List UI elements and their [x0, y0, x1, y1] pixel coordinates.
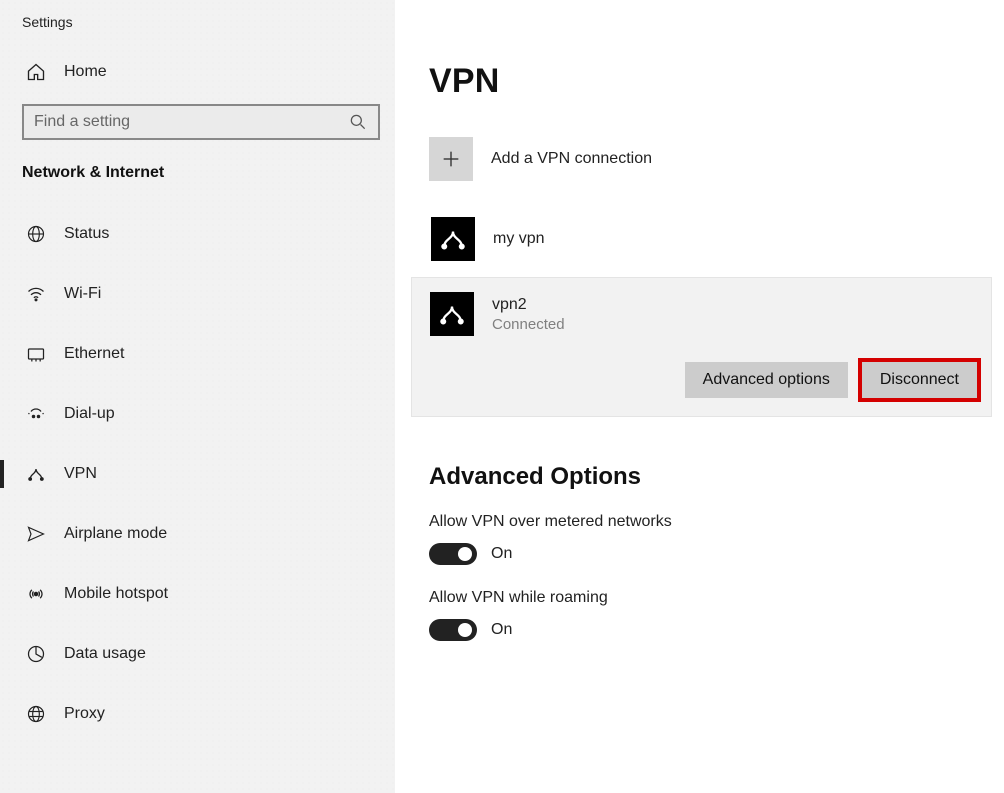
sidebar-item-datausage[interactable]: Data usage	[0, 624, 395, 684]
advanced-options-button[interactable]: Advanced options	[685, 362, 848, 398]
toggle-state: On	[491, 545, 512, 563]
data-icon	[26, 644, 46, 664]
advanced-options-heading: Advanced Options	[429, 463, 1004, 491]
sidebar-item-status[interactable]: Status	[0, 204, 395, 264]
option-toggle-row: On	[429, 543, 1004, 565]
option-roaming: Allow VPN while roaming On	[429, 589, 1004, 641]
sidebar-item-label: Dial-up	[64, 405, 115, 423]
vpn-connection-icon	[431, 217, 475, 261]
add-vpn-label: Add a VPN connection	[491, 150, 652, 168]
sidebar-item-label: Proxy	[64, 705, 105, 723]
sidebar-item-hotspot[interactable]: Mobile hotspot	[0, 564, 395, 624]
search-box[interactable]	[22, 104, 380, 140]
option-toggle-row: On	[429, 619, 1004, 641]
plus-icon	[429, 137, 473, 181]
vpn-connection-name: my vpn	[493, 230, 545, 248]
home-label: Home	[64, 63, 107, 81]
sidebar-item-label: Ethernet	[64, 345, 124, 363]
option-metered: Allow VPN over metered networks On	[429, 513, 1004, 565]
wifi-icon	[26, 284, 46, 304]
sidebar-item-proxy[interactable]: Proxy	[0, 684, 395, 744]
proxy-icon	[26, 704, 46, 724]
sidebar-item-airplane[interactable]: Airplane mode	[0, 504, 395, 564]
category-title: Network & Internet	[0, 164, 395, 204]
option-label: Allow VPN while roaming	[429, 589, 1004, 607]
add-vpn-row[interactable]: Add a VPN connection	[429, 137, 1004, 181]
toggle-roaming[interactable]	[429, 619, 477, 641]
toggle-state: On	[491, 621, 512, 639]
airplane-icon	[26, 524, 46, 544]
main-content: VPN Add a VPN connection my vpn vpn2	[395, 0, 1004, 793]
page-heading: VPN	[429, 62, 1004, 101]
search-container	[0, 104, 395, 164]
sidebar-item-label: Data usage	[64, 645, 146, 663]
nav-home[interactable]: Home	[0, 54, 395, 104]
sidebar-item-wifi[interactable]: Wi-Fi	[0, 264, 395, 324]
vpn-connection-name: vpn2	[492, 296, 565, 314]
sidebar-item-label: Status	[64, 225, 109, 243]
sidebar-item-vpn[interactable]: VPN	[0, 444, 395, 504]
vpn-connection-myvpn[interactable]: my vpn	[429, 201, 1004, 277]
home-icon	[26, 62, 46, 82]
toggle-metered[interactable]	[429, 543, 477, 565]
hotspot-icon	[26, 584, 46, 604]
disconnect-button[interactable]: Disconnect	[862, 362, 977, 398]
sidebar-item-label: Wi-Fi	[64, 285, 101, 303]
app-title: Settings	[0, 12, 395, 54]
search-icon	[348, 112, 368, 132]
sidebar-item-label: Airplane mode	[64, 525, 167, 543]
vpn-connection-text: my vpn	[493, 230, 545, 248]
vpn-connection-selected: vpn2 Connected Advanced options Disconne…	[411, 277, 992, 417]
vpn-connection-icon	[430, 292, 474, 336]
vpn-icon	[26, 464, 46, 484]
option-label: Allow VPN over metered networks	[429, 513, 1004, 531]
vpn-connection-vpn2[interactable]: vpn2 Connected	[430, 292, 977, 362]
sidebar: Settings Home Network & Internet Status	[0, 0, 395, 793]
sidebar-item-label: Mobile hotspot	[64, 585, 168, 603]
vpn-connection-text: vpn2 Connected	[492, 296, 565, 333]
nav-list: Status Wi-Fi Ethernet Dial-up	[0, 204, 395, 744]
sidebar-item-ethernet[interactable]: Ethernet	[0, 324, 395, 384]
search-input[interactable]	[34, 113, 348, 131]
sidebar-item-label: VPN	[64, 465, 97, 483]
settings-app: Settings Home Network & Internet Status	[0, 0, 1004, 793]
globe-icon	[26, 224, 46, 244]
dialup-icon	[26, 404, 46, 424]
vpn-connection-actions: Advanced options Disconnect	[430, 362, 977, 398]
sidebar-item-dialup[interactable]: Dial-up	[0, 384, 395, 444]
ethernet-icon	[26, 344, 46, 364]
vpn-connection-status: Connected	[492, 316, 565, 333]
